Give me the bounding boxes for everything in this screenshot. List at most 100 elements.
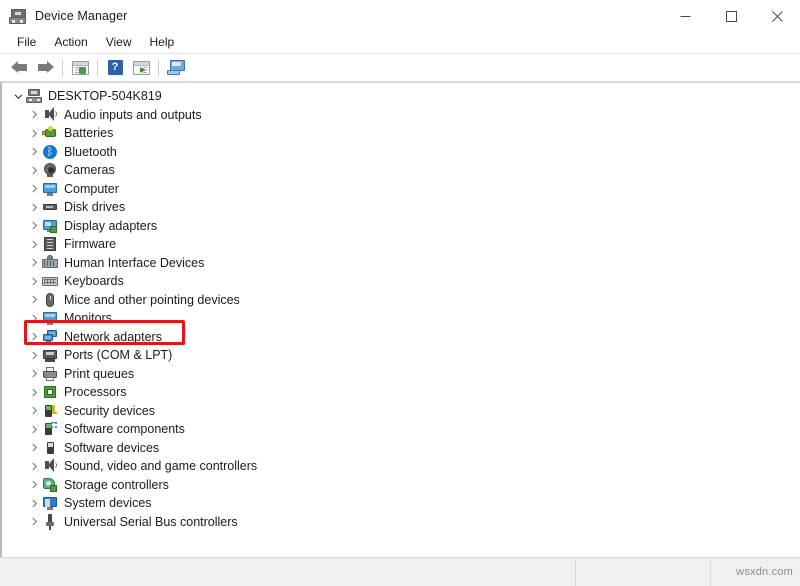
tree-item-batteries[interactable]: Batteries: [2, 124, 800, 143]
tree-item-label: Print queues: [64, 367, 138, 381]
tree-item-disk-drives[interactable]: Disk drives: [2, 198, 800, 217]
tree-item-label: Universal Serial Bus controllers: [64, 515, 242, 529]
toolbar-separator-2: [97, 59, 98, 77]
chevron-right-icon[interactable]: [26, 439, 42, 457]
chevron-right-icon[interactable]: [26, 106, 42, 124]
tree-item-firmware[interactable]: Firmware: [2, 235, 800, 254]
menu-view[interactable]: View: [97, 32, 141, 53]
help-button[interactable]: ?: [102, 56, 128, 80]
properties-button[interactable]: [128, 56, 154, 80]
properties-icon: [133, 61, 150, 75]
tree-root-label: DESKTOP-504K819: [48, 89, 166, 103]
chevron-right-icon[interactable]: [26, 383, 42, 401]
chevron-right-icon[interactable]: [26, 254, 42, 272]
chevron-right-icon[interactable]: [26, 402, 42, 420]
menu-bar: File Action View Help: [0, 32, 800, 54]
tree-item-label: Software components: [64, 422, 189, 436]
tree-item-storage-controllers[interactable]: Storage controllers: [2, 476, 800, 495]
bluetooth-icon: ᛒ: [42, 144, 58, 160]
chevron-right-icon[interactable]: [26, 309, 42, 327]
console-tree-icon: [72, 61, 89, 75]
tree-item-display-adapters[interactable]: Display adapters: [2, 217, 800, 236]
tree-item-label: Software devices: [64, 441, 163, 455]
chevron-right-icon[interactable]: [26, 328, 42, 346]
tree-item-universal-serial-bus-controllers[interactable]: Universal Serial Bus controllers: [2, 513, 800, 532]
tree-item-software-components[interactable]: Software components: [2, 420, 800, 439]
device-manager-window: Device Manager File Action View Help: [0, 0, 800, 586]
tree-item-label: Bluetooth: [64, 145, 121, 159]
chevron-right-icon[interactable]: [26, 235, 42, 253]
keyboard-icon: [42, 273, 58, 289]
tree-item-label: Security devices: [64, 404, 159, 418]
maximize-button[interactable]: [708, 0, 754, 32]
tree-item-cameras[interactable]: Cameras: [2, 161, 800, 180]
menu-file[interactable]: File: [8, 32, 45, 53]
monitor-icon: [42, 181, 58, 197]
network-adapter-icon: [42, 329, 58, 345]
tree-item-mice-and-other-pointing-devices[interactable]: Mice and other pointing devices: [2, 291, 800, 310]
security-device-icon: [42, 403, 58, 419]
chevron-right-icon[interactable]: [26, 198, 42, 216]
chevron-right-icon[interactable]: [26, 476, 42, 494]
chevron-right-icon[interactable]: [26, 180, 42, 198]
tree-item-software-devices[interactable]: Software devices: [2, 439, 800, 458]
chevron-right-icon[interactable]: [26, 365, 42, 383]
help-question-icon: ?: [108, 60, 123, 75]
title-bar: Device Manager: [0, 0, 800, 32]
port-icon: [42, 347, 58, 363]
chevron-right-icon[interactable]: [26, 457, 42, 475]
menu-action[interactable]: Action: [45, 32, 96, 53]
menu-help[interactable]: Help: [141, 32, 184, 53]
show-hide-console-tree-button[interactable]: [67, 56, 93, 80]
chevron-right-icon[interactable]: [26, 161, 42, 179]
scan-hardware-changes-button[interactable]: [163, 56, 189, 80]
chevron-right-icon[interactable]: [26, 143, 42, 161]
close-button[interactable]: [754, 0, 800, 32]
tree-item-computer[interactable]: Computer: [2, 180, 800, 199]
processor-icon: [42, 384, 58, 400]
arrow-left-icon: [11, 61, 28, 74]
software-device-icon: [42, 440, 58, 456]
tree-item-label: Sound, video and game controllers: [64, 459, 261, 473]
tree-item-audio-inputs-and-outputs[interactable]: Audio inputs and outputs: [2, 106, 800, 125]
tree-item-bluetooth[interactable]: ᛒ Bluetooth: [2, 143, 800, 162]
speaker-icon: [42, 107, 58, 123]
tree-item-label: System devices: [64, 496, 156, 510]
tree-item-ports-com-and-lpt[interactable]: Ports (COM & LPT): [2, 346, 800, 365]
tree-item-label: Processors: [64, 385, 131, 399]
chevron-right-icon[interactable]: [26, 494, 42, 512]
chevron-down-icon[interactable]: [10, 87, 26, 105]
tree-root-desktop[interactable]: DESKTOP-504K819: [2, 87, 800, 106]
tree-item-label: Keyboards: [64, 274, 128, 288]
disk-drive-icon: [42, 199, 58, 215]
tree-item-label: Storage controllers: [64, 478, 173, 492]
tree-item-label: Batteries: [64, 126, 117, 140]
tree-item-system-devices[interactable]: System devices: [2, 494, 800, 513]
toolbar-separator-3: [158, 59, 159, 77]
chevron-right-icon[interactable]: [26, 346, 42, 364]
speaker-icon: [42, 458, 58, 474]
status-pane-1: [0, 558, 576, 586]
tree-item-label: Human Interface Devices: [64, 256, 208, 270]
tree-item-security-devices[interactable]: Security devices: [2, 402, 800, 421]
chevron-right-icon[interactable]: [26, 217, 42, 235]
tree-item-label: Disk drives: [64, 200, 129, 214]
tree-item-human-interface-devices[interactable]: Human Interface Devices: [2, 254, 800, 273]
chevron-right-icon[interactable]: [26, 513, 42, 531]
computer-icon: [26, 88, 42, 104]
tree-item-monitors[interactable]: Monitors: [2, 309, 800, 328]
status-bar: wsxdn.com: [0, 557, 800, 586]
forward-button[interactable]: [32, 56, 58, 80]
back-button[interactable]: [6, 56, 32, 80]
tree-item-keyboards[interactable]: Keyboards: [2, 272, 800, 291]
chevron-right-icon[interactable]: [26, 272, 42, 290]
chevron-right-icon[interactable]: [26, 124, 42, 142]
chevron-right-icon[interactable]: [26, 420, 42, 438]
tree-item-print-queues[interactable]: Print queues: [2, 365, 800, 384]
tree-item-sound-video-and-game-controllers[interactable]: Sound, video and game controllers: [2, 457, 800, 476]
tree-item-processors[interactable]: Processors: [2, 383, 800, 402]
tree-item-network-adapters[interactable]: Network adapters: [2, 328, 800, 347]
tree-item-label: Audio inputs and outputs: [64, 108, 206, 122]
chevron-right-icon[interactable]: [26, 291, 42, 309]
minimize-button[interactable]: [662, 0, 708, 32]
